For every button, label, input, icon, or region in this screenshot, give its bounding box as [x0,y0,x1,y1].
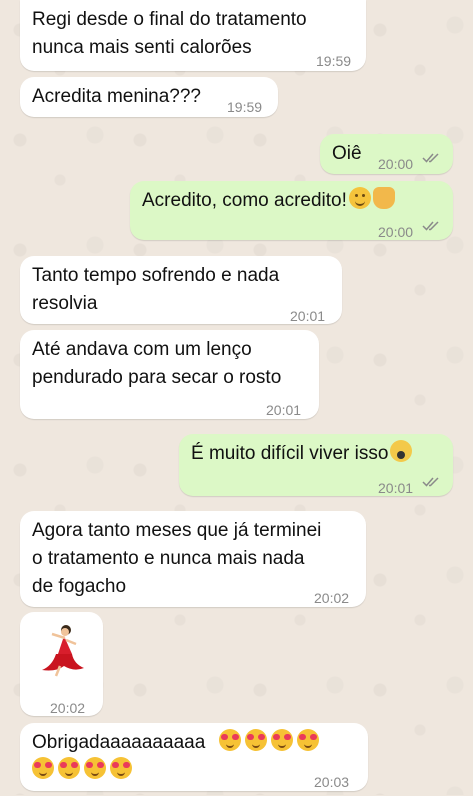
message-time: 20:00 [378,156,414,172]
message-bubble-outgoing[interactable]: Oiê 20:00 [320,134,453,174]
message-time: 20:01 [378,480,414,496]
message-bubble-incoming[interactable]: Agora tanto meses que já terminei o trat… [20,511,366,607]
message-text: Oiê [332,143,362,164]
read-receipt-icon [422,220,440,232]
message-text: Tanto tempo sofrendo e nada [32,265,280,286]
smiling-face-with-hearts-icon [110,757,132,779]
chat-thread[interactable]: Regi desde o final do tratamento nunca m… [0,0,473,795]
read-receipt-icon [422,152,440,164]
face-screaming-icon [390,440,413,462]
message-text: de fogacho [32,576,127,597]
sticker-message[interactable]: 20:02 [20,612,103,716]
message-time: 20:01 [290,308,326,324]
emoji-row [32,757,132,785]
smiling-face-with-hearts-icon [296,729,319,751]
smiling-face-icon [348,187,371,209]
message-bubble-outgoing[interactable]: É muito difícil viver isso 20:01 [179,434,453,496]
message-text: Acredito, como acredito! [142,187,395,215]
message-time: 19:59 [316,53,352,69]
message-bubble-incoming[interactable]: Até andava com um lenço pendurado para s… [20,330,319,419]
message-bubble-incoming[interactable]: Regi desde o final do tratamento nunca m… [20,0,366,71]
message-time: 20:03 [314,774,350,790]
message-text: pendurado para secar o rosto [32,367,282,388]
message-text: o tratamento e nunca mais nada [32,548,305,569]
message-text: É muito difícil viver isso [191,440,413,468]
message-bubble-outgoing[interactable]: Acredito, como acredito! 20:00 [130,181,453,240]
message-text-content: É muito difícil viver isso [191,443,389,464]
message-text: Regi desde o final do tratamento [32,9,307,30]
message-time: 20:01 [266,402,302,418]
message-bubble-incoming[interactable]: Tanto tempo sofrendo e nada resolvia 20:… [20,256,342,324]
smiling-face-with-hearts-icon [32,757,54,779]
smiling-face-with-hearts-icon [244,729,267,751]
message-text: resolvia [32,293,98,314]
smiling-face-with-hearts-icon [218,729,241,751]
message-text-content: Obrigadaaaaaaaaaa [32,732,206,753]
woman-dancing-icon [42,625,84,677]
message-time: 19:59 [227,99,263,115]
message-time: 20:00 [378,224,414,240]
message-text-content: Acredito, como acredito! [142,190,347,211]
message-text: nunca mais senti calorões [32,37,252,58]
message-text: Agora tanto meses que já terminei [32,520,322,541]
message-text: Obrigadaaaaaaaaaa [32,729,319,757]
message-time: 20:02 [50,700,86,716]
smiling-face-with-hearts-icon [84,757,106,779]
smiling-face-with-hearts-icon [270,729,293,751]
message-bubble-incoming[interactable]: Obrigadaaaaaaaaaa 20:03 [20,723,368,791]
smiling-face-with-hearts-icon [58,757,80,779]
read-receipt-icon [422,476,440,488]
message-bubble-incoming[interactable]: Acredita menina??? 19:59 [20,77,278,117]
folded-hands-icon [372,187,395,209]
message-text: Até andava com um lenço [32,339,252,360]
message-time: 20:02 [314,590,350,606]
message-text: Acredita menina??? [32,86,201,107]
